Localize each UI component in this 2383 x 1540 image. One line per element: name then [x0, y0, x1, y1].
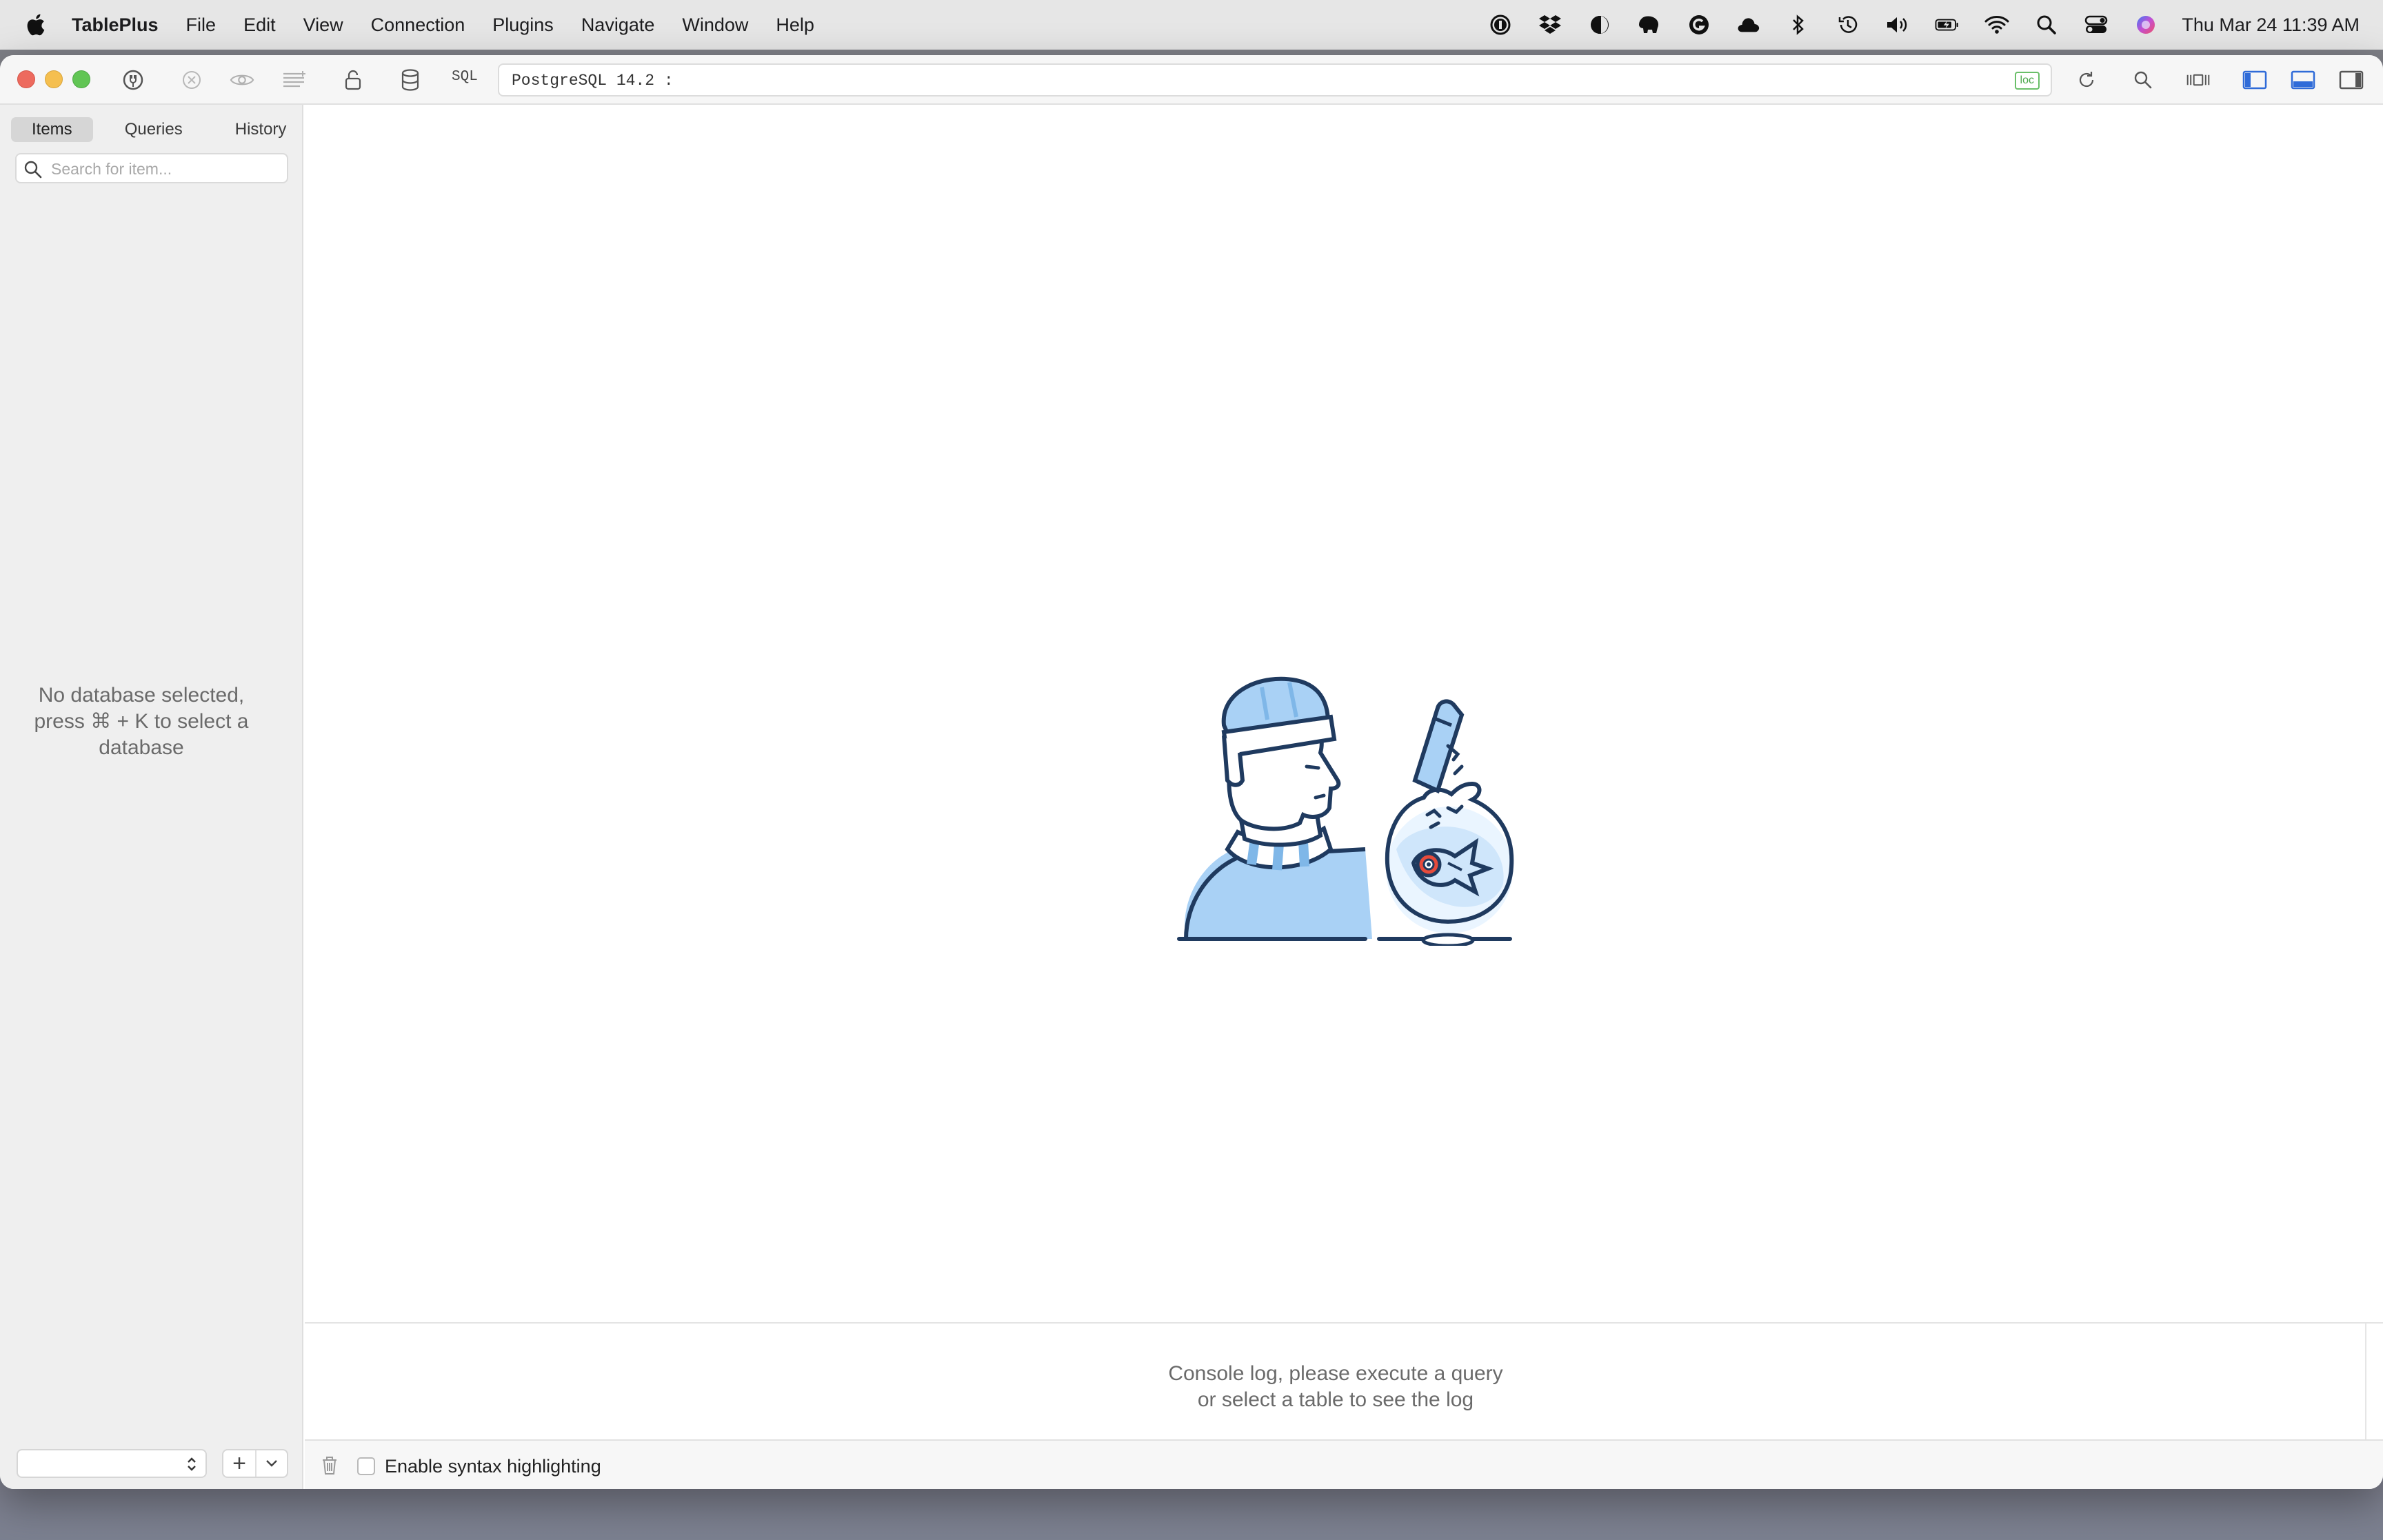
- tab-items[interactable]: Items: [11, 117, 93, 142]
- no-database-message: No database selected, press ⌘ + K to sel…: [34, 684, 249, 759]
- close-window-button[interactable]: [17, 70, 35, 88]
- tab-history[interactable]: History: [214, 117, 308, 142]
- menu-navigate[interactable]: Navigate: [581, 14, 655, 36]
- 1password-icon[interactable]: [1488, 12, 1513, 37]
- grammarly-icon[interactable]: [1687, 12, 1711, 37]
- chevron-down-icon: [266, 1460, 277, 1467]
- battery-icon[interactable]: [1935, 12, 1960, 37]
- add-menu-button[interactable]: [257, 1450, 287, 1477]
- connection-info-field[interactable]: PostgreSQL 14.2 : loc: [498, 63, 2052, 97]
- wifi-icon[interactable]: [1984, 12, 2009, 37]
- disconnect-icon[interactable]: [179, 68, 204, 92]
- chevron-updown-icon: [188, 1457, 196, 1471]
- database-select[interactable]: [17, 1449, 207, 1478]
- columns-view-icon[interactable]: [2186, 68, 2211, 92]
- console-panel: Console log, please execute a query or s…: [305, 1322, 2383, 1441]
- environment-badge: loc: [2014, 72, 2040, 90]
- cloud-icon[interactable]: [1736, 12, 1761, 37]
- contrast-icon[interactable]: [1587, 12, 1612, 37]
- syntax-highlighting-label: Enable syntax highlighting: [385, 1456, 601, 1477]
- app-window: SQL PostgreSQL 14.2 : loc Items Queries: [0, 55, 2383, 1489]
- menu-bar: TablePlus File Edit View Connection Plug…: [0, 0, 2383, 50]
- bluetooth-icon[interactable]: [1786, 12, 1811, 37]
- add-item-control: +: [222, 1449, 288, 1478]
- spotlight-icon[interactable]: [2034, 12, 2059, 37]
- menu-file[interactable]: File: [186, 14, 217, 36]
- apple-menu-icon[interactable]: [26, 14, 47, 36]
- zoom-window-button[interactable]: [72, 70, 90, 88]
- menu-connection[interactable]: Connection: [371, 14, 465, 36]
- volume-icon[interactable]: [1885, 12, 1910, 37]
- toggle-left-sidebar-icon[interactable]: [2242, 68, 2267, 92]
- time-machine-icon[interactable]: [1836, 12, 1860, 37]
- search-icon[interactable]: [2131, 68, 2155, 92]
- add-button[interactable]: +: [223, 1450, 257, 1477]
- elephant-icon[interactable]: [1637, 12, 1662, 37]
- toggle-right-sidebar-icon[interactable]: [2339, 68, 2364, 92]
- console-scrollbar[interactable]: [2365, 1324, 2366, 1441]
- connection-label: PostgreSQL 14.2 :: [512, 72, 674, 90]
- minimize-window-button[interactable]: [45, 70, 63, 88]
- menu-view[interactable]: View: [303, 14, 343, 36]
- menu-app-name[interactable]: TablePlus: [72, 14, 159, 36]
- sql-editor-button[interactable]: SQL: [452, 69, 478, 85]
- search-input[interactable]: [51, 159, 279, 179]
- sidebar: Items Queries History No database select…: [0, 105, 303, 1489]
- menu-plugins[interactable]: Plugins: [492, 14, 554, 36]
- connection-status-icon[interactable]: [121, 68, 145, 92]
- menu-bar-clock[interactable]: Thu Mar 24 11:39 AM: [2182, 14, 2360, 36]
- control-center-icon[interactable]: [2084, 12, 2109, 37]
- lock-icon[interactable]: [341, 68, 365, 92]
- console-message-line2: or select a table to see the log: [1197, 1388, 1474, 1411]
- status-area: Thu Mar 24 11:39 AM: [1463, 0, 2360, 50]
- syntax-highlighting-checkbox[interactable]: [357, 1457, 375, 1475]
- menu-window[interactable]: Window: [682, 14, 748, 36]
- console-message-line1: Console log, please execute a query: [1168, 1362, 1503, 1385]
- tab-queries[interactable]: Queries: [104, 117, 203, 142]
- empty-state-illustration: [1177, 676, 1514, 946]
- filter-rows-icon[interactable]: [281, 68, 306, 92]
- menu-help[interactable]: Help: [776, 14, 814, 36]
- main-content: [305, 105, 2383, 1317]
- console-message: Console log, please execute a query or s…: [305, 1361, 2366, 1413]
- bottom-bar: Enable syntax highlighting: [305, 1439, 2383, 1489]
- sidebar-tabs: Items Queries History: [11, 117, 318, 142]
- preview-eye-icon[interactable]: [230, 68, 254, 92]
- trash-icon[interactable]: [317, 1453, 342, 1478]
- database-icon[interactable]: [398, 68, 423, 92]
- menu-edit[interactable]: Edit: [243, 14, 276, 36]
- dropbox-icon[interactable]: [1538, 12, 1562, 37]
- search-icon: [24, 161, 42, 179]
- sidebar-search: [15, 153, 288, 183]
- siri-icon[interactable]: [2133, 12, 2158, 37]
- toggle-bottom-panel-icon[interactable]: [2291, 68, 2315, 92]
- toolbar: SQL PostgreSQL 14.2 : loc: [0, 55, 2383, 105]
- refresh-icon[interactable]: [2074, 68, 2099, 92]
